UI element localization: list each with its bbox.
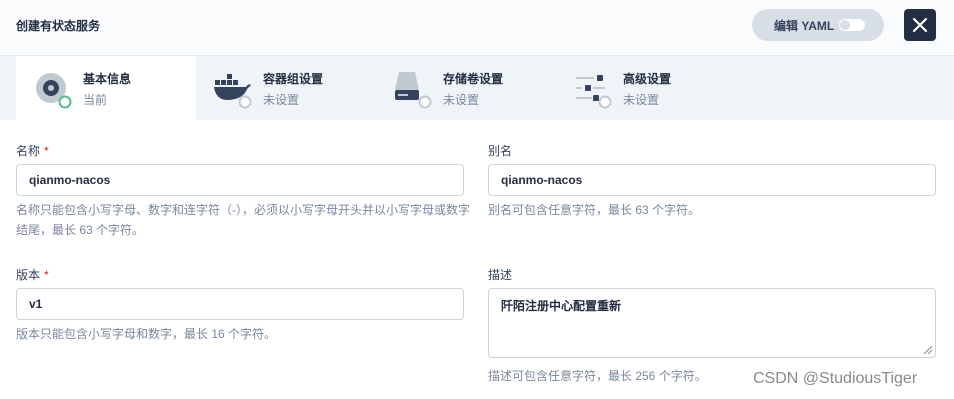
required-mark: *: [44, 268, 49, 282]
step-basic-info[interactable]: 基本信息 当前: [16, 56, 196, 120]
step-storage-settings[interactable]: 存储卷设置 未设置: [376, 56, 556, 120]
sliders-icon: [576, 75, 612, 109]
version-help-text: 版本只能包含小写字母和数字，最长 16 个字符。: [16, 327, 277, 341]
step-subtitle: 未设置: [623, 93, 660, 107]
wizard-steps: 基本信息 当前 容器组设置 未设置 存储卷设置 未设置 高级设置 未设置: [0, 56, 954, 120]
step-subtitle: 未设置: [443, 93, 480, 107]
version-label: 版本 *: [16, 266, 49, 283]
step-container-settings[interactable]: 容器组设置 未设置: [196, 56, 376, 120]
description-label: 描述: [488, 268, 513, 282]
alias-label: 别名: [488, 144, 513, 158]
yaml-switch-knob: [840, 20, 850, 30]
step-title: 高级设置: [623, 72, 672, 86]
step-title: 基本信息: [83, 72, 132, 86]
description-textarea[interactable]: 阡陌注册中心配置重新: [488, 288, 936, 358]
version-label-text: 版本: [16, 268, 41, 282]
edit-yaml-toggle-button[interactable]: 编辑 YAML: [752, 9, 884, 41]
alias-input[interactable]: [488, 164, 936, 196]
storage-volume-icon: [395, 72, 432, 109]
close-button[interactable]: [904, 9, 936, 41]
step-title: 容器组设置: [263, 72, 324, 86]
modal-header: 创建有状态服务 编辑 YAML: [0, 0, 954, 56]
info-disc-icon: [36, 73, 72, 109]
step-advanced-settings[interactable]: 高级设置 未设置: [556, 56, 736, 120]
watermark: CSDN @StudiousTiger: [753, 370, 918, 387]
modal-title: 创建有状态服务: [16, 19, 101, 33]
name-input[interactable]: [16, 164, 464, 196]
name-label: 名称 *: [16, 142, 49, 159]
name-help-text: 名称只能包含小写字母、数字和连字符（-），必须以小写字母开头并以小写字母或数字结…: [16, 203, 470, 237]
step-subtitle: 当前: [83, 93, 108, 107]
resize-handle-icon[interactable]: [921, 343, 933, 355]
name-label-text: 名称: [16, 144, 41, 158]
description-help-text: 描述可包含任意字符，最长 256 个字符。: [488, 369, 707, 383]
docker-whale-icon: [214, 74, 252, 109]
required-mark: *: [44, 144, 49, 158]
edit-yaml-label: 编辑 YAML: [774, 18, 835, 33]
alias-help-text: 别名可包含任意字符，最长 63 个字符。: [488, 203, 701, 217]
step-title: 存储卷设置: [443, 72, 504, 86]
version-input[interactable]: [16, 288, 464, 320]
step-subtitle: 未设置: [263, 93, 300, 107]
close-icon: [912, 17, 928, 33]
yaml-switch[interactable]: [839, 19, 865, 31]
